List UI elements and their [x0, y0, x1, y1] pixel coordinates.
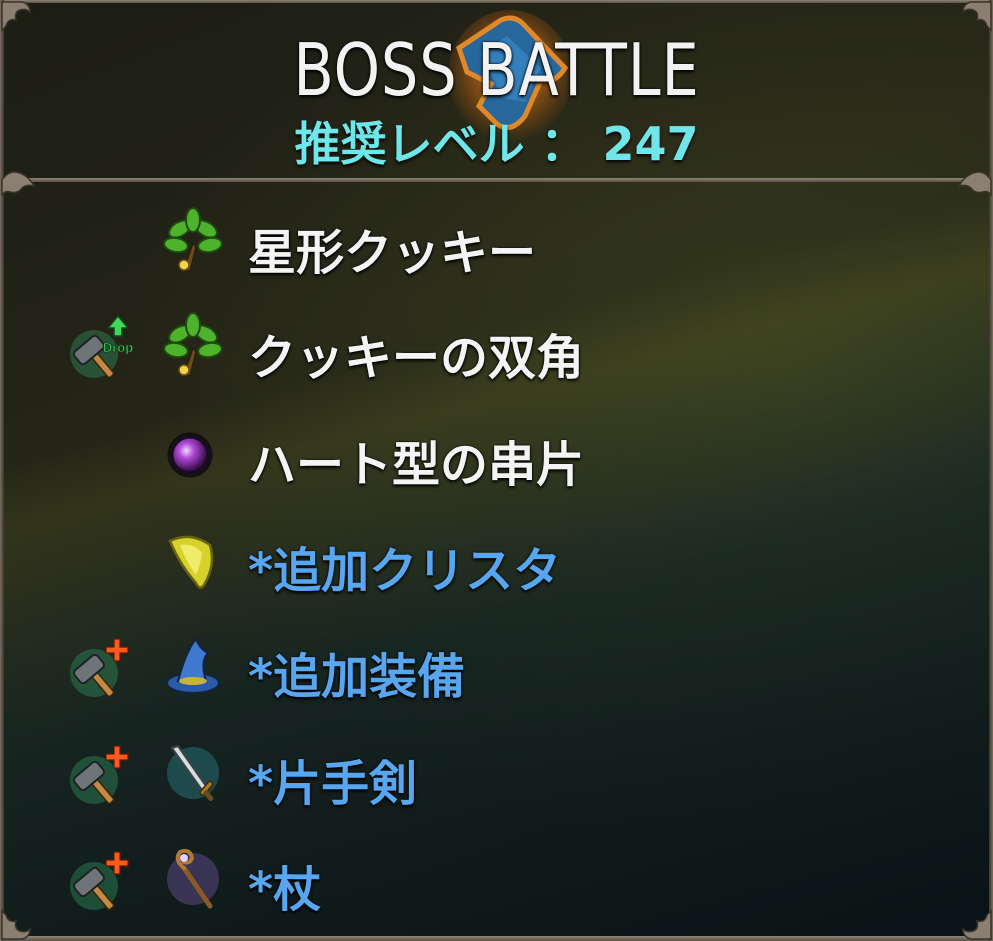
drop-item-row: *追加クリスタ [0, 511, 993, 611]
frame-divider [0, 178, 993, 182]
drop-item-label: 星形クッキー [248, 225, 537, 281]
badge-drop-text: Drop [103, 340, 133, 355]
drop-item-row: *杖 [0, 830, 993, 930]
drop-item-label: *追加装備 [248, 649, 466, 705]
recommended-level: 推奨レベル ： 247 [294, 117, 699, 171]
purple-orb-icon [167, 432, 213, 478]
drop-item-label: *追加クリスタ [248, 543, 562, 599]
crystal-icon [168, 535, 214, 589]
drop-item-label: クッキーの双角 [248, 330, 585, 386]
drop-item-label: *片手剣 [248, 756, 418, 812]
hammer-drop-up-icon: Drop [70, 314, 134, 379]
leaf-bundle-icon [163, 312, 223, 377]
drop-item-row: Drop クッキーの双角 [0, 298, 993, 398]
staff-icon [167, 848, 219, 909]
drop-item-row: *片手剣 [0, 724, 993, 824]
drop-item-row: 星形クッキー [0, 193, 993, 293]
wizard-hat-icon [166, 637, 220, 694]
drop-item-row: ハート型の串片 [0, 405, 993, 505]
sword-icon [167, 744, 219, 802]
hammer-plus-icon [70, 638, 129, 698]
drop-item-row: *追加装備 [0, 617, 993, 717]
leaf-bundle-icon [163, 207, 223, 272]
drop-item-label: *杖 [248, 862, 322, 918]
boss-battle-title: BOSS BATTLE [293, 28, 700, 112]
boss-header: BOSS BATTLE 推奨レベル ： 247 [0, 0, 993, 178]
frame-bottom-border [0, 936, 993, 941]
hammer-plus-icon [70, 745, 129, 805]
drop-item-label: ハート型の串片 [248, 437, 585, 493]
hammer-plus-icon [70, 851, 129, 911]
